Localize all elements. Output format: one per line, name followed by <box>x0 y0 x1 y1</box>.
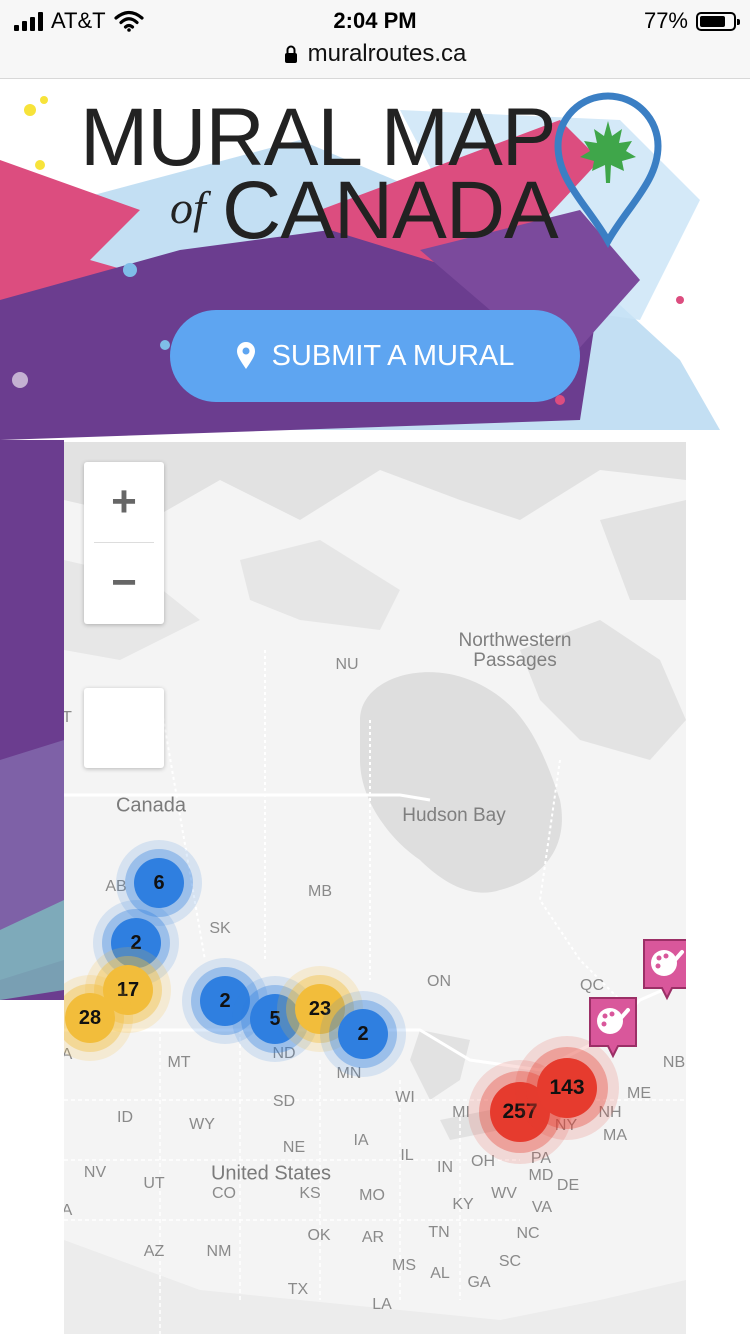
cluster-count: 143 <box>549 1076 585 1099</box>
map-label-tx: TX <box>287 1281 309 1298</box>
map-label-hudson-bay: Hudson Bay <box>402 805 506 826</box>
map-label-qc: QC <box>580 977 604 994</box>
cluster-marker-2c[interactable]: 2 <box>338 1009 388 1059</box>
palette-icon <box>589 997 637 1059</box>
cluster-count: 257 <box>502 1100 538 1123</box>
map-label-ne: NE <box>282 1139 306 1156</box>
map-label-nu: NU <box>335 656 359 673</box>
map-label-ma: MA <box>603 1127 627 1144</box>
map-label-nd: ND <box>272 1045 296 1062</box>
cluster-marker-5[interactable]: 5 <box>250 994 300 1044</box>
cluster-count: 17 <box>116 978 140 1001</box>
cluster-marker-23[interactable]: 23 <box>295 984 345 1034</box>
mural-pin[interactable] <box>642 938 686 1001</box>
map-label-sd: SD <box>272 1093 296 1110</box>
locate-control[interactable] <box>84 688 164 768</box>
map-label-tn: TN <box>428 1224 450 1241</box>
map-label-nm: NM <box>206 1243 232 1260</box>
zoom-out-button[interactable]: − <box>84 543 164 623</box>
map-label-nv: NV <box>83 1164 107 1181</box>
map-label-me: ME <box>627 1085 651 1102</box>
map-label-ok: OK <box>307 1227 331 1244</box>
map-label-ms: MS <box>392 1257 416 1274</box>
cluster-count: 23 <box>308 997 332 1020</box>
cluster-count: 5 <box>269 1007 281 1030</box>
map-label-wy: WY <box>189 1116 215 1133</box>
map-label-wi: WI <box>395 1089 415 1106</box>
logo-title-line2: CANADA <box>222 165 559 256</box>
submit-mural-button[interactable]: SUBMIT A MURAL <box>170 310 580 402</box>
map-label-mb: MB <box>308 883 332 900</box>
cluster-marker-2b[interactable]: 2 <box>200 976 250 1026</box>
battery-icon <box>696 11 740 31</box>
map-label-la: LA <box>372 1296 392 1313</box>
map-label-az: AZ <box>143 1243 165 1260</box>
cluster-count: 2 <box>219 989 231 1012</box>
status-right: 77% <box>643 8 740 34</box>
map-label-il: IL <box>400 1147 414 1164</box>
status-bar: AT&T 2:04 PM 77% muralroutes.ca <box>0 0 750 79</box>
map-label-in: IN <box>437 1159 453 1176</box>
map-label-edge-t: T <box>64 709 72 726</box>
map-label-ab: AB <box>105 878 127 895</box>
map-label-ny: NY <box>554 1117 578 1134</box>
map-label-va: VA <box>531 1199 553 1216</box>
zoom-control: + − <box>84 462 164 624</box>
map-label-sk: SK <box>209 920 231 937</box>
map-label-ks: KS <box>299 1185 321 1202</box>
map-marker-icon <box>236 342 255 369</box>
zoom-in-button[interactable]: + <box>84 462 164 542</box>
cluster-count: 28 <box>78 1006 102 1029</box>
url-text: muralroutes.ca <box>307 40 467 67</box>
cluster-count: 6 <box>153 871 165 894</box>
map-label-on: ON <box>427 973 451 990</box>
map-label-al: AL <box>430 1265 450 1282</box>
map-label-ar: AR <box>361 1229 385 1246</box>
clock: 2:04 PM <box>333 8 417 33</box>
map-label-mt: MT <box>167 1054 191 1071</box>
map-label-mi: MI <box>452 1104 470 1121</box>
map-label-ia: IA <box>353 1132 369 1149</box>
url-bar[interactable]: muralroutes.ca <box>0 40 750 68</box>
map-label-edge-a: A <box>64 1046 73 1063</box>
map-label-de: DE <box>556 1177 580 1194</box>
map-label-id: ID <box>117 1109 133 1126</box>
map-label-northwestern: Northwestern <box>458 630 572 651</box>
cluster-marker-6[interactable]: 6 <box>134 858 184 908</box>
map-label-nc: NC <box>516 1225 540 1242</box>
map-label-sc: SC <box>498 1253 522 1270</box>
map-label-md: MD <box>528 1167 554 1184</box>
map-label-ut: UT <box>143 1175 165 1192</box>
cluster-marker-28[interactable]: 28 <box>65 993 115 1043</box>
map-label-mn: MN <box>336 1065 362 1082</box>
lock-icon <box>284 45 297 63</box>
mural-pin[interactable] <box>588 996 637 1059</box>
cluster-marker-143[interactable]: 143 <box>537 1058 597 1118</box>
cluster-marker-2[interactable]: 2 <box>111 918 161 968</box>
map-label-canada: Canada <box>115 794 187 817</box>
map-label-wv: WV <box>491 1185 517 1202</box>
map-label-co: CO <box>212 1185 236 1202</box>
map-label-oh: OH <box>471 1153 495 1170</box>
battery-percent: 77% <box>643 8 688 33</box>
map-label-edge-a2: A <box>64 1202 73 1219</box>
map-label-mo: MO <box>359 1187 385 1204</box>
cluster-count: 2 <box>357 1022 369 1045</box>
palette-icon <box>643 939 686 1001</box>
map-label-nb: NB <box>662 1054 686 1071</box>
logo-of: of <box>170 182 206 233</box>
maple-leaf-pin-icon <box>554 92 662 249</box>
map-label-passages: Passages <box>473 650 557 671</box>
map-label-ga: GA <box>467 1274 491 1291</box>
map-label-nh: NH <box>598 1104 622 1121</box>
map-label-ky: KY <box>452 1196 474 1213</box>
map-label-united-states: United States <box>210 1162 332 1185</box>
map-label-pa: PA <box>530 1150 552 1167</box>
cluster-count: 2 <box>130 931 142 954</box>
submit-mural-label: SUBMIT A MURAL <box>271 339 515 372</box>
